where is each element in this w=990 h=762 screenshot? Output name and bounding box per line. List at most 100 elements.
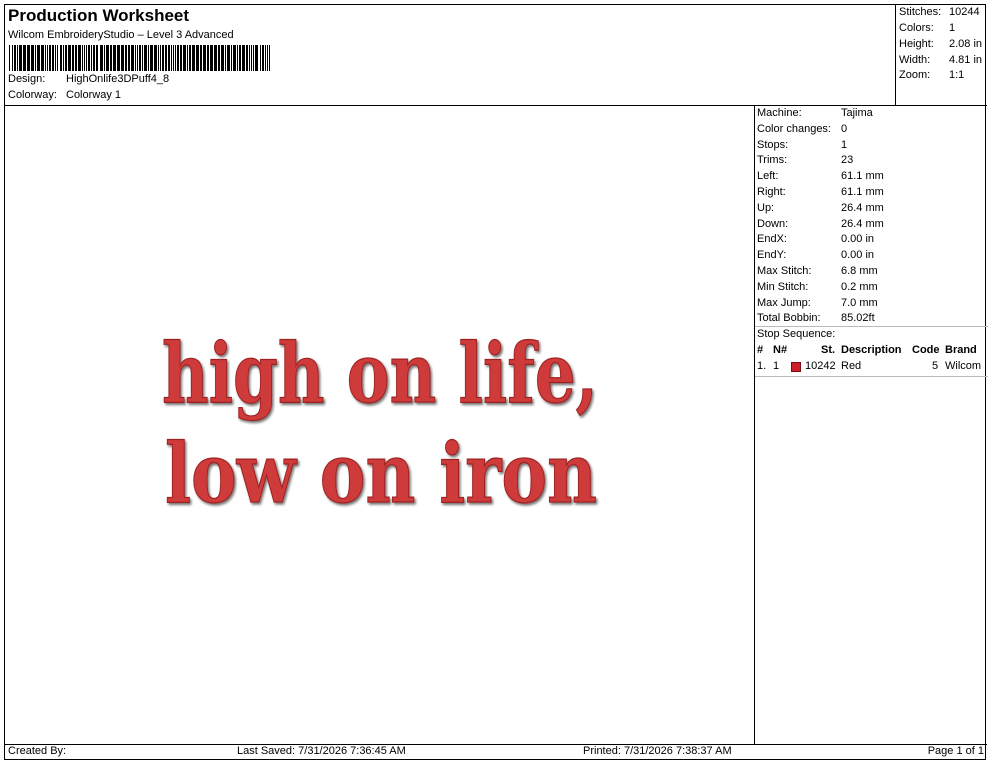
summary-label: Stitches: xyxy=(899,6,942,18)
barcode-bar xyxy=(104,45,105,71)
col-description: Description xyxy=(841,344,902,356)
barcode-bar xyxy=(210,45,213,71)
barcode-bar xyxy=(12,45,13,71)
barcode-bar xyxy=(196,45,199,71)
barcode-bar xyxy=(225,45,226,71)
machine-info-panel: Machine: Tajima Color changes: 0 Stops: 1 Trim… xyxy=(754,106,988,744)
stat-row: EndX: 0.00 in xyxy=(757,233,874,248)
barcode-bar xyxy=(207,45,209,71)
colorway-label: Colorway: xyxy=(8,89,57,101)
barcode-bar xyxy=(189,45,191,71)
barcode-bar xyxy=(14,45,16,71)
barcode-bar xyxy=(227,45,230,71)
summary-value: 2.08 in xyxy=(949,38,983,50)
stat-label: Max Jump: xyxy=(757,296,811,309)
stop-sequence-row: 1. 1 10242 Red 5 Wilcom xyxy=(755,360,988,376)
barcode-bar xyxy=(60,45,62,71)
stat-value: 23 xyxy=(841,154,854,167)
barcode-bar xyxy=(137,45,138,71)
barcode-bar xyxy=(9,45,10,71)
barcode-bar xyxy=(221,45,224,71)
barcode-bar xyxy=(203,45,206,71)
barcode-bar xyxy=(106,45,109,71)
barcode-bar xyxy=(260,45,261,71)
stat-row: Down: 26.4 mm xyxy=(757,218,884,233)
stat-label: EndY: xyxy=(757,249,787,262)
stat-value: 26.4 mm xyxy=(841,201,884,214)
software-subtitle: Wilcom EmbroideryStudio – Level 3 Advanc… xyxy=(8,29,234,41)
barcode-bar xyxy=(93,45,95,71)
barcode-bar xyxy=(242,45,245,71)
stat-value: 0.00 in xyxy=(841,249,875,262)
stat-value: 7.0 mm xyxy=(841,296,878,309)
col-code: Code xyxy=(912,344,940,356)
embroidery-artwork: high on life, low on iron xyxy=(161,325,598,522)
barcode-bar xyxy=(37,45,40,71)
summary-row-height: Height: 2.08 in xyxy=(899,38,982,50)
summary-value: 4.81 in xyxy=(949,54,983,66)
barcode-bar xyxy=(246,45,248,71)
printed-date: Printed: 7/31/2026 7:38:37 AM xyxy=(583,745,732,757)
barcode-bar xyxy=(173,45,174,71)
page-footer: Created By: Last Saved: 7/31/2026 7:36:4… xyxy=(5,745,987,761)
barcode-bar xyxy=(218,45,220,71)
stat-value: 61.1 mm xyxy=(841,186,884,198)
stat-row: Trims: 23 xyxy=(757,154,853,169)
barcode-bar xyxy=(158,45,159,71)
summary-row-colors: Colors: 1 xyxy=(899,22,955,34)
barcode-bar xyxy=(160,45,161,71)
summary-label: Colors: xyxy=(899,22,934,34)
stat-value: 0.00 in xyxy=(841,233,875,246)
summary-row-width: Width: 4.81 in xyxy=(899,54,982,66)
barcode-bar xyxy=(187,45,188,71)
barcode-bar xyxy=(110,45,112,71)
barcode-bar xyxy=(96,45,98,71)
stat-row: Max Jump: 7.0 mm xyxy=(757,297,878,312)
barcode-bar xyxy=(35,45,36,71)
stat-label: Color changes: xyxy=(757,122,831,135)
barcode-bar xyxy=(125,45,127,71)
design-value: HighOnlife3DPuff4_8 xyxy=(66,73,170,85)
worksheet-frame: Production Worksheet Wilcom EmbroiderySt… xyxy=(4,4,988,761)
col-brand: Brand xyxy=(945,344,977,356)
barcode-bar xyxy=(45,45,46,71)
barcode-bar xyxy=(65,45,67,71)
stat-row: Color changes: 0 xyxy=(757,123,847,138)
barcode-bar xyxy=(57,45,58,71)
barcode-bar xyxy=(192,45,195,71)
col-num: # xyxy=(757,344,764,356)
page-title: Production Worksheet xyxy=(8,6,190,25)
stat-label: Max Stitch: xyxy=(757,265,812,277)
barcode-bar xyxy=(154,45,157,71)
row-code: 5 xyxy=(932,360,939,372)
barcode-bar xyxy=(52,45,54,71)
barcode-bar xyxy=(251,45,252,71)
stat-row: Up: 26.4 mm xyxy=(757,202,884,217)
design-row: Design: HighOnlife3DPuff4_8 xyxy=(8,73,169,85)
stat-label: Down: xyxy=(757,217,789,230)
barcode-bar xyxy=(177,45,179,71)
barcode-bar xyxy=(162,45,164,71)
summary-row-zoom: Zoom: 1:1 xyxy=(899,69,964,81)
barcode-bar xyxy=(168,45,170,71)
barcode-bar xyxy=(237,45,238,71)
stat-value: 85.02ft xyxy=(841,312,875,325)
stop-sequence-bottom-divider xyxy=(755,376,988,377)
barcode-bar xyxy=(128,45,130,71)
stat-row: Stops: 1 xyxy=(757,139,847,154)
stat-label: Min Stitch: xyxy=(757,280,809,293)
barcode-bar xyxy=(88,45,90,71)
barcode-bar xyxy=(68,45,71,71)
barcode-bar xyxy=(121,45,124,71)
row-description: Red xyxy=(841,360,862,372)
barcode-bar xyxy=(75,45,77,71)
barcode-bar xyxy=(150,45,153,71)
created-by: Created By: xyxy=(8,745,67,757)
barcode-bar xyxy=(262,45,264,71)
barcode-bar xyxy=(19,45,22,71)
barcode-bar xyxy=(86,45,87,71)
stop-sequence-header: # N# St. Description Code Brand xyxy=(755,344,988,360)
barcode-bar xyxy=(117,45,120,71)
summary-value: 1:1 xyxy=(949,69,965,81)
barcode-bar xyxy=(175,45,176,71)
